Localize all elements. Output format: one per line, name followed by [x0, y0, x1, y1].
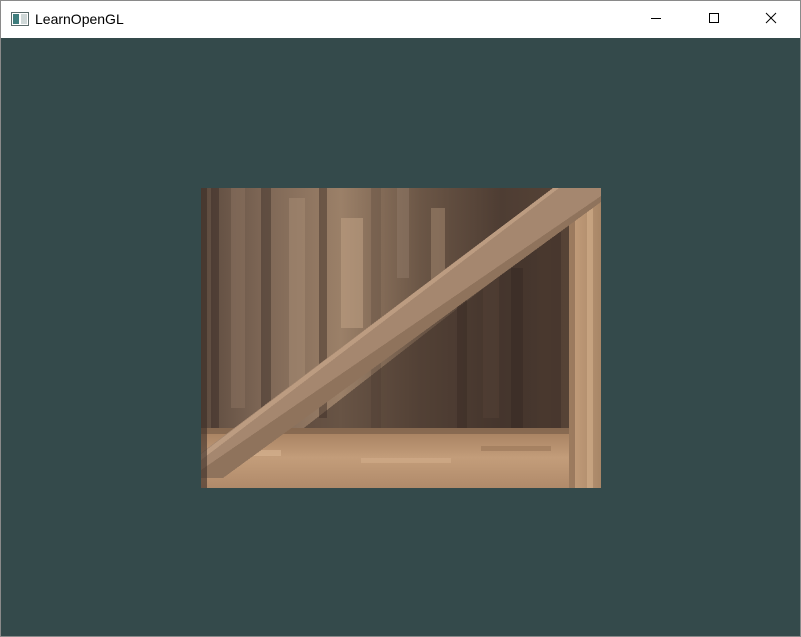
close-icon: [765, 11, 777, 29]
maximize-icon: [708, 11, 720, 29]
window-app-icon: [11, 12, 29, 26]
title-bar[interactable]: LearnOpenGL: [1, 1, 800, 38]
textured-quad: [201, 188, 601, 488]
window-title: LearnOpenGL: [35, 11, 124, 27]
minimize-icon: [650, 11, 662, 29]
maximize-button[interactable]: [685, 1, 743, 38]
minimize-button[interactable]: [627, 1, 685, 38]
app-window: LearnOpenGL: [0, 0, 801, 637]
close-button[interactable]: [742, 1, 800, 38]
opengl-viewport[interactable]: [1, 38, 800, 636]
